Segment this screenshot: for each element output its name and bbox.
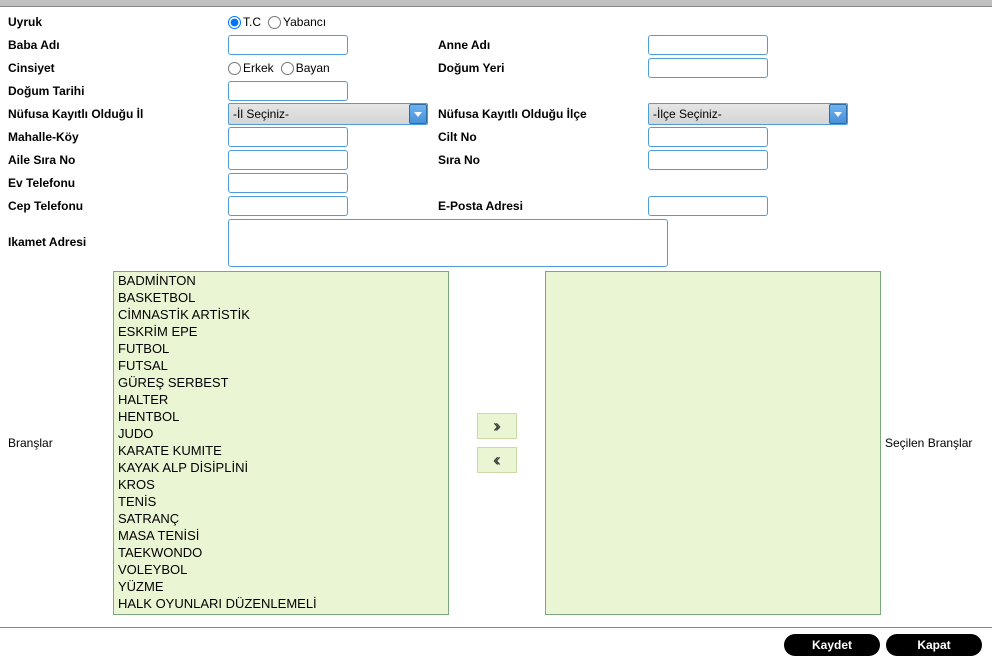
cilt-no-input[interactable]	[648, 127, 768, 147]
selected-branches-listbox[interactable]	[545, 271, 881, 615]
list-item[interactable]: FUTSAL	[114, 357, 448, 374]
dogum-yeri-input[interactable]	[648, 58, 768, 78]
label-cilt-no: Cilt No	[428, 130, 648, 144]
nufus-il-select[interactable]: -İl Seçiniz-	[228, 103, 428, 125]
cinsiyet-radio-group: Erkek Bayan	[228, 61, 428, 75]
label-dogum-tarihi: Doğum Tarihi	[8, 84, 228, 98]
list-item[interactable]: TAEKWONDO	[114, 544, 448, 561]
baba-adi-input[interactable]	[228, 35, 348, 55]
list-item[interactable]: KROS	[114, 476, 448, 493]
label-nufus-il: Nüfusa Kayıtlı Olduğu İl	[8, 107, 228, 121]
uyruk-yabanci-label: Yabancı	[283, 15, 326, 29]
label-sira-no: Sıra No	[428, 153, 648, 167]
move-buttons: ›› ‹‹	[449, 413, 545, 473]
sira-no-input[interactable]	[648, 150, 768, 170]
label-nufus-ilce: Nüfusa Kayıtlı Olduğu İlçe	[428, 107, 648, 121]
mahalle-input[interactable]	[228, 127, 348, 147]
list-item[interactable]: GÜREŞ SERBEST	[114, 374, 448, 391]
uyruk-yabanci-radio[interactable]	[268, 16, 281, 29]
list-item[interactable]: KARATE KUMITE	[114, 442, 448, 459]
label-secilen: Seçilen Branşlar	[881, 436, 986, 450]
label-branslar: Branşlar	[8, 436, 113, 450]
label-mahalle: Mahalle-Köy	[8, 130, 228, 144]
nufus-ilce-select[interactable]: -İlçe Seçiniz-	[648, 103, 848, 125]
list-item[interactable]: MASA TENİSİ	[114, 527, 448, 544]
kapat-button[interactable]: Kapat	[886, 634, 982, 656]
list-item[interactable]: HALTER	[114, 391, 448, 408]
list-item[interactable]: ESKRİM EPE	[114, 323, 448, 340]
uyruk-tc-radio[interactable]	[228, 16, 241, 29]
uyruk-tc-label: T.C	[243, 15, 261, 29]
label-ev-tel: Ev Telefonu	[8, 176, 228, 190]
label-eposta: E-Posta Adresi	[428, 199, 648, 213]
cinsiyet-erkek-label: Erkek	[243, 61, 274, 75]
label-anne-adi: Anne Adı	[428, 38, 648, 52]
ikamet-textarea[interactable]	[228, 219, 668, 267]
list-item[interactable]: HENTBOL	[114, 408, 448, 425]
list-item[interactable]: FUTBOL	[114, 340, 448, 357]
anne-adi-input[interactable]	[648, 35, 768, 55]
branches-dual-list: Branşlar BADMİNTONBASKETBOLCİMNASTİK ART…	[8, 271, 988, 615]
label-aile-sira: Aile Sıra No	[8, 153, 228, 167]
list-item[interactable]: TENİS	[114, 493, 448, 510]
list-item[interactable]: HALK OYUNLARI DÜZENLEMELİ	[114, 595, 448, 612]
uyruk-radio-group: T.C Yabancı	[228, 15, 428, 29]
cep-tel-input[interactable]	[228, 196, 348, 216]
label-baba-adi: Baba Adı	[8, 38, 228, 52]
list-item[interactable]: CİMNASTİK ARTİSTİK	[114, 306, 448, 323]
move-right-button[interactable]: ››	[477, 413, 517, 439]
form-area: Uyruk T.C Yabancı Baba Adı Anne Adı Cins…	[0, 7, 992, 615]
label-uyruk: Uyruk	[8, 15, 228, 29]
dogum-tarihi-input[interactable]	[228, 81, 348, 101]
ev-tel-input[interactable]	[228, 173, 348, 193]
label-ikamet: Ikamet Adresi	[8, 219, 228, 249]
label-cinsiyet: Cinsiyet	[8, 61, 228, 75]
top-toolbar-strip	[0, 0, 992, 7]
move-left-button[interactable]: ‹‹	[477, 447, 517, 473]
list-item[interactable]: JUDO	[114, 425, 448, 442]
cinsiyet-erkek-radio[interactable]	[228, 62, 241, 75]
list-item[interactable]: KAYAK ALP DİSİPLİNİ	[114, 459, 448, 476]
cinsiyet-bayan-label: Bayan	[296, 61, 330, 75]
aile-sira-input[interactable]	[228, 150, 348, 170]
list-item[interactable]: BADMİNTON	[114, 272, 448, 289]
eposta-input[interactable]	[648, 196, 768, 216]
list-item[interactable]: SATRANÇ	[114, 510, 448, 527]
label-cep-tel: Cep Telefonu	[8, 199, 228, 213]
footer-bar: Kaydet Kapat	[0, 627, 992, 662]
list-item[interactable]: BASKETBOL	[114, 289, 448, 306]
available-branches-listbox[interactable]: BADMİNTONBASKETBOLCİMNASTİK ARTİSTİKESKR…	[113, 271, 449, 615]
kaydet-button[interactable]: Kaydet	[784, 634, 880, 656]
list-item[interactable]: YÜZME	[114, 578, 448, 595]
label-dogum-yeri: Doğum Yeri	[428, 61, 648, 75]
list-item[interactable]: VOLEYBOL	[114, 561, 448, 578]
cinsiyet-bayan-radio[interactable]	[281, 62, 294, 75]
